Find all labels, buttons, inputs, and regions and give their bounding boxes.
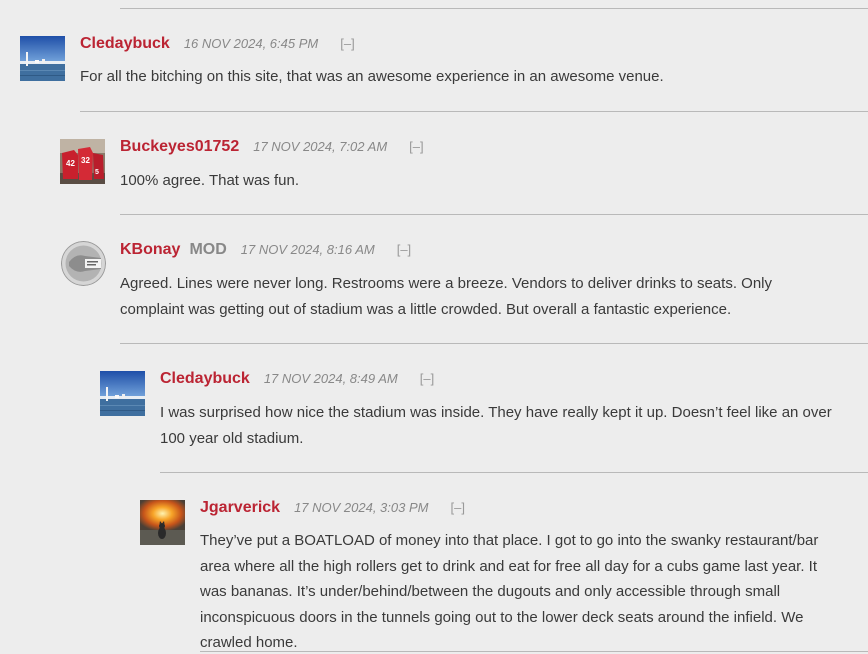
comment: KBonay MOD 17 NOV 2024, 8:16 AM [–] Agre… bbox=[60, 241, 868, 331]
comment: Cledaybuck 16 NOV 2024, 6:45 PM [–] For … bbox=[20, 35, 868, 95]
comment-header: Buckeyes01752 17 NOV 2024, 7:02 AM [–] bbox=[120, 138, 424, 160]
collapse-toggle[interactable]: [–] bbox=[397, 242, 411, 257]
mod-badge: MOD bbox=[189, 241, 227, 258]
svg-text:42: 42 bbox=[66, 159, 75, 168]
comment-header: Cledaybuck 17 NOV 2024, 8:49 AM [–] bbox=[160, 370, 434, 392]
timestamp[interactable]: 17 NOV 2024, 3:03 PM bbox=[294, 500, 428, 515]
comment-body: For all the bitching on this site, that … bbox=[80, 68, 664, 85]
timestamp[interactable]: 17 NOV 2024, 7:02 AM bbox=[253, 139, 387, 154]
timestamp[interactable]: 17 NOV 2024, 8:49 AM bbox=[264, 371, 398, 386]
author-name[interactable]: Cledaybuck bbox=[160, 370, 250, 388]
explosion-cat-avatar-icon bbox=[140, 500, 185, 545]
comment-body: They’ve put a BOATLOAD of money into tha… bbox=[200, 532, 819, 651]
comment-body: Agreed. Lines were never long. Restrooms… bbox=[120, 275, 772, 318]
avatar[interactable] bbox=[61, 241, 106, 286]
comment-body: 100% agree. That was fun. bbox=[120, 172, 300, 189]
comment-divider bbox=[200, 651, 868, 652]
comment-header: KBonay MOD 17 NOV 2024, 8:16 AM [–] bbox=[120, 241, 411, 263]
timestamp[interactable]: 17 NOV 2024, 8:16 AM bbox=[241, 242, 375, 257]
collapse-toggle[interactable]: [–] bbox=[409, 139, 423, 154]
comment-header: Cledaybuck 16 NOV 2024, 6:45 PM [–] bbox=[80, 35, 355, 57]
comment-divider bbox=[160, 472, 868, 473]
timestamp[interactable]: 16 NOV 2024, 6:45 PM bbox=[184, 36, 318, 51]
comment: 42 32 5 Buckeyes01752 17 NOV 2024, 7:02 … bbox=[60, 138, 868, 198]
avatar[interactable]: 42 32 5 bbox=[60, 139, 105, 184]
comment-divider bbox=[120, 343, 868, 344]
comment-divider bbox=[80, 111, 868, 112]
comment-header: Jgarverick 17 NOV 2024, 3:03 PM [–] bbox=[200, 499, 465, 521]
lake-photo-avatar-icon bbox=[20, 36, 65, 81]
gray-logo-avatar-icon bbox=[61, 241, 106, 286]
jerseys-photo-avatar-icon: 42 32 5 bbox=[60, 139, 105, 184]
comment: Cledaybuck 17 NOV 2024, 8:49 AM [–] I wa… bbox=[100, 370, 868, 460]
comment-divider bbox=[120, 214, 868, 215]
avatar[interactable] bbox=[20, 36, 65, 81]
svg-text:5: 5 bbox=[95, 169, 99, 176]
author-name[interactable]: Cledaybuck bbox=[80, 35, 170, 53]
author-name[interactable]: KBonay bbox=[120, 241, 180, 259]
avatar[interactable] bbox=[140, 500, 185, 545]
author-name[interactable]: Buckeyes01752 bbox=[120, 138, 239, 156]
collapse-toggle[interactable]: [–] bbox=[450, 500, 464, 515]
avatar[interactable] bbox=[100, 371, 145, 416]
lake-photo-avatar-icon bbox=[100, 371, 145, 416]
comment-thread: Cledaybuck 16 NOV 2024, 6:45 PM [–] For … bbox=[0, 0, 868, 654]
comment: Jgarverick 17 NOV 2024, 3:03 PM [–] They… bbox=[140, 499, 868, 651]
svg-text:32: 32 bbox=[81, 156, 90, 165]
author-name[interactable]: Jgarverick bbox=[200, 499, 280, 517]
collapse-toggle[interactable]: [–] bbox=[420, 371, 434, 386]
comment-divider bbox=[120, 8, 868, 9]
collapse-toggle[interactable]: [–] bbox=[340, 36, 354, 51]
comment-body: I was surprised how nice the stadium was… bbox=[160, 404, 832, 447]
